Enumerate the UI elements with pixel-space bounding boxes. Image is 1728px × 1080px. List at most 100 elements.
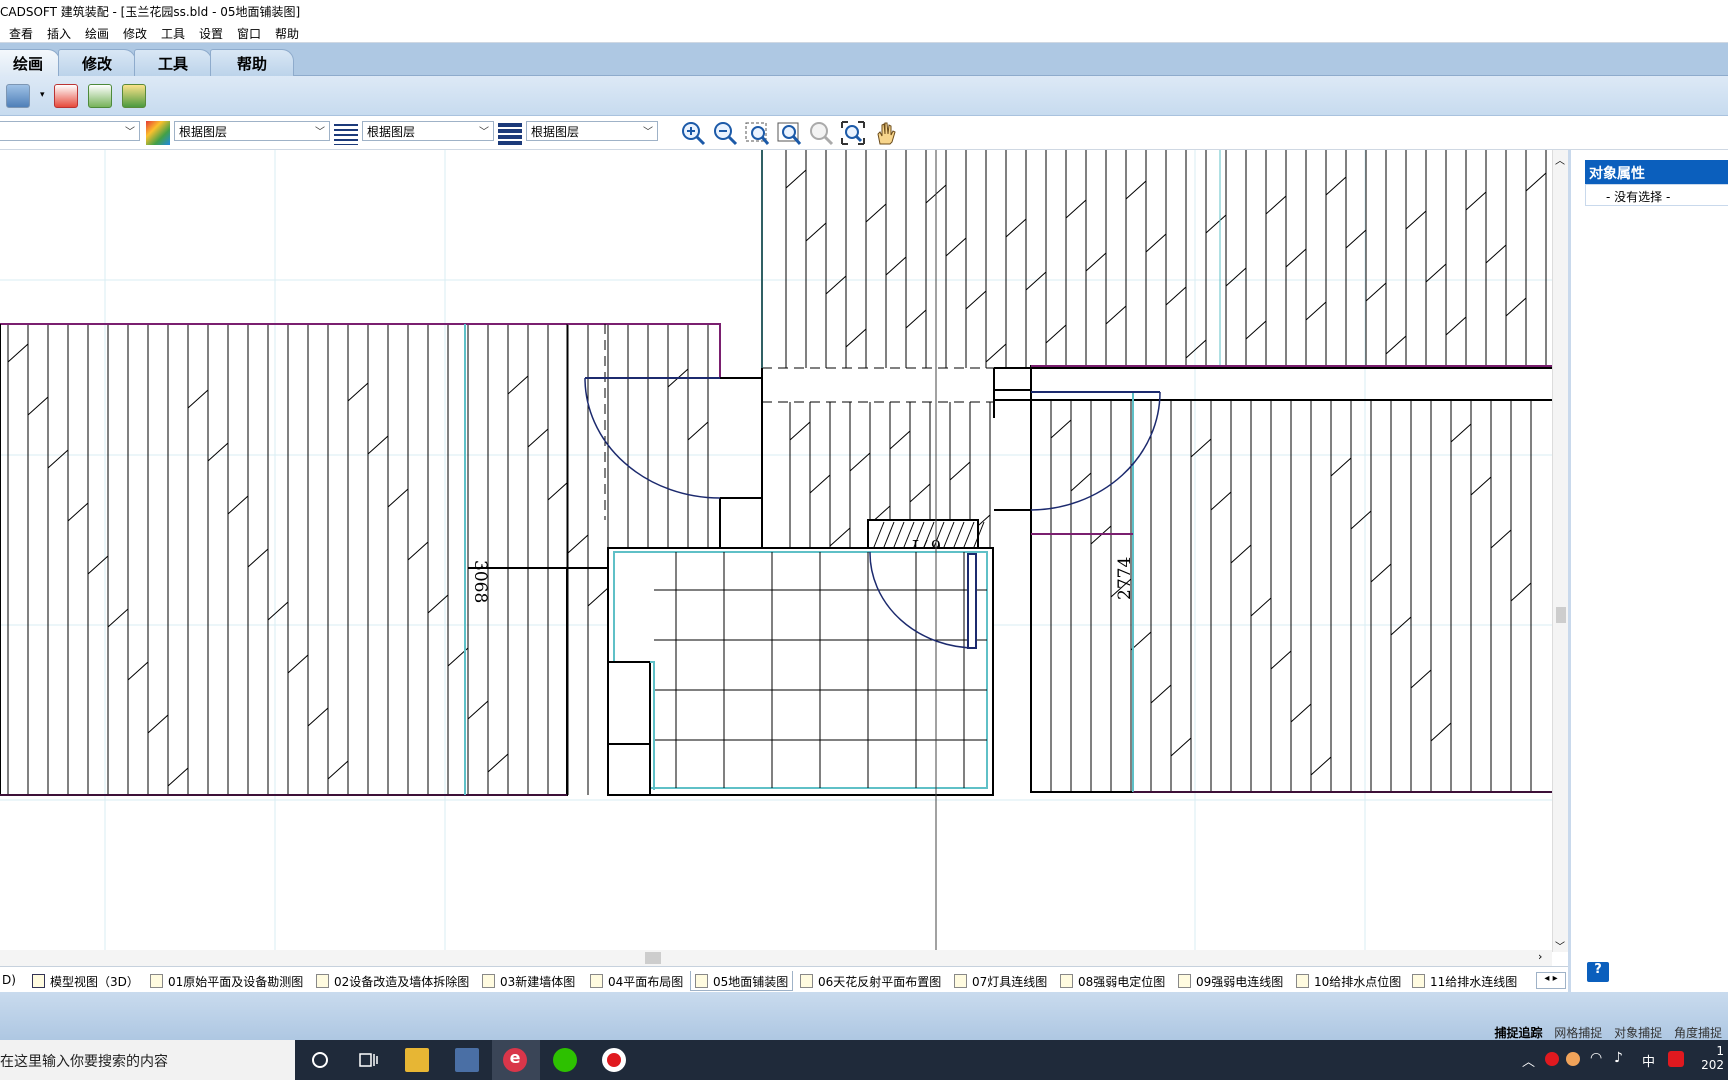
windows-taskbar: 在这里输入你要搜索的内容 e ︿ ◠ ♪ 中 1 202 [0,1040,1728,1080]
input-language[interactable]: 中 [1642,1051,1655,1070]
snap-tracking-toggle[interactable]: 捕捉追踪 [1494,1026,1542,1040]
file-explorer-icon[interactable] [405,1048,429,1072]
tab-draw[interactable]: 绘画 [0,49,60,76]
linetype-icon [334,121,358,145]
horizontal-scrollbar[interactable]: › [0,950,1552,966]
lineweight-select[interactable]: 根据图层 ﹀ [526,121,658,141]
taskbar-search-box[interactable]: 在这里输入你要搜索的内容 [0,1040,296,1080]
volume-icon[interactable]: ♪ [1614,1050,1623,1066]
scroll-up-icon[interactable]: ︿ [1555,152,1565,167]
layer-manager-icon[interactable] [6,84,30,108]
scroll-down-icon[interactable]: ﹀ [1555,938,1565,953]
tab-09[interactable]: 09强弱电连线图 [1174,971,1287,991]
tab-06[interactable]: 06天花反射平面布置图 [796,971,945,991]
ribbon-tabs: 绘画 修改 工具 帮助 [0,43,1728,76]
tray-record-icon[interactable] [1545,1052,1559,1066]
plank-joint [885,256,907,276]
plank-joint [1385,335,1407,355]
sogou-ime-icon[interactable] [1668,1051,1684,1067]
tab-05-active[interactable]: 05地面铺装图 [690,971,794,991]
zoom-window-icon[interactable] [744,120,770,146]
tab-tools[interactable]: 工具 [134,49,212,76]
cad-app-icon[interactable]: e [503,1048,527,1072]
plank-joint [107,608,129,628]
document-icon [1412,974,1425,988]
recorder-icon[interactable] [602,1048,626,1072]
calculator-icon[interactable] [455,1048,479,1072]
plank-joint [527,428,549,448]
pdf-export-icon[interactable] [54,84,78,108]
zoom-previous-icon[interactable] [776,120,802,146]
menu-settings[interactable]: 设置 [199,25,223,42]
vertical-scroll-thumb[interactable] [1556,607,1566,623]
plank-joint [1370,563,1392,583]
tab-02[interactable]: 02设备改造及墙体拆除图 [312,971,473,991]
horizontal-scroll-thumb[interactable] [645,952,661,964]
plank-joint [1185,339,1207,359]
plank-joint [467,700,489,720]
tab-08[interactable]: 08强弱电定位图 [1056,971,1169,991]
wifi-icon[interactable]: ◠ [1590,1050,1602,1066]
tab-view-partial[interactable]: D) [0,971,20,991]
zoom-realtime-icon[interactable] [808,120,834,146]
image-export-icon[interactable] [122,84,146,108]
menu-view[interactable]: 查看 [9,25,33,42]
tab-03[interactable]: 03新建墙体图 [478,971,579,991]
angle-snap-toggle[interactable]: 角度捕捉 [1674,1026,1722,1040]
tab-04[interactable]: 04平面布局图 [586,971,687,991]
tab-label: 06天花反射平面布置图 [818,975,942,989]
help-button[interactable]: ? [1587,962,1609,982]
menu-window[interactable]: 窗口 [237,25,261,42]
menu-help[interactable]: 帮助 [275,25,299,42]
plank-joint [889,430,911,450]
floor-plan[interactable]: 3068 2774 671 [0,150,1552,950]
menu-tools[interactable]: 工具 [161,25,185,42]
linetype-select[interactable]: 根据图层 ﹀ [362,121,494,141]
plank-joint [227,495,249,515]
tab-model-3d[interactable]: 模型视图（3D） [28,971,143,991]
pan-hand-icon[interactable] [872,120,898,146]
drawing-canvas[interactable]: 3068 2774 671 [0,150,1552,952]
tray-chevron-icon[interactable]: ︿ [1522,1051,1535,1070]
zoom-extents-icon[interactable] [840,120,866,146]
tab-01[interactable]: 01原始平面及设备勘测图 [146,971,307,991]
grid-snap-toggle[interactable]: 网格捕捉 [1554,1026,1602,1040]
tab-modify[interactable]: 修改 [58,49,136,76]
wechat-icon[interactable] [553,1048,577,1072]
room-bathroom [607,150,994,950]
tray-qq-icon[interactable] [1566,1052,1580,1066]
menu-insert[interactable]: 插入 [47,25,71,42]
zoom-in-icon[interactable] [680,120,706,146]
scroll-right-icon[interactable]: › [1538,950,1542,963]
vertical-scrollbar[interactable]: ︿ ﹀ [1552,150,1568,953]
plank-joint [187,389,209,409]
object-properties-panel: 对象属性 - 没有选择 - ? [1568,150,1728,992]
tab-label: 08强弱电定位图 [1078,975,1166,989]
system-clock[interactable]: 1 202 [1701,1044,1724,1072]
tab-11[interactable]: 11给排水连线图 [1408,971,1521,991]
menu-draw[interactable]: 绘画 [85,25,109,42]
tab-label: 05地面铺装图 [713,975,789,989]
plank-joint [1325,176,1347,196]
cortana-icon[interactable] [308,1048,332,1072]
zoom-out-icon[interactable] [712,120,738,146]
tab-10[interactable]: 10给排水点位图 [1292,971,1405,991]
plank-joint [1150,684,1172,704]
plank-joint [1350,510,1372,530]
document-icon [695,974,708,988]
dwg-export-icon[interactable] [88,84,112,108]
tab-scroll-arrows[interactable]: ◂ ▸ [1536,972,1566,989]
color-select[interactable]: 根据图层 ﹀ [174,121,330,141]
snap-toggles: 捕捉追踪 网格捕捉 对象捕捉 角度捕捉 [1486,1024,1722,1041]
document-icon [590,974,603,988]
tab-07[interactable]: 07灯具连线图 [950,971,1051,991]
tab-help[interactable]: 帮助 [210,49,294,76]
plank-joint [1265,195,1287,215]
object-snap-toggle[interactable]: 对象捕捉 [1614,1026,1662,1040]
menu-modify[interactable]: 修改 [123,25,147,42]
plank-joint [829,527,851,547]
plank-joint [47,449,69,469]
task-view-icon[interactable] [356,1048,380,1072]
layer-select[interactable]: ﹀ [0,121,140,141]
dropdown-arrow-icon[interactable]: ▾ [40,90,45,100]
